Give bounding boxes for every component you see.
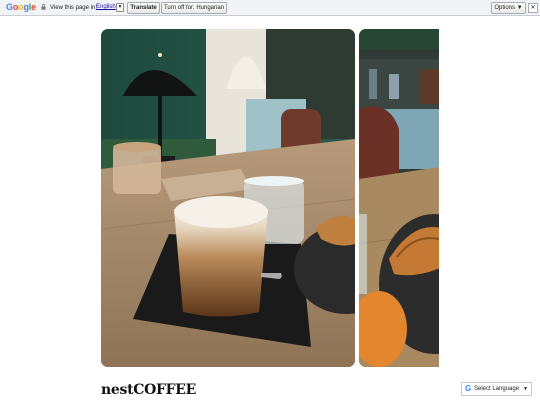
google-logo-letter: G	[6, 2, 13, 12]
lock-icon	[41, 4, 46, 10]
google-g-icon: G	[465, 384, 472, 393]
translate-prompt: View this page in:	[50, 5, 97, 11]
google-logo: Google	[6, 2, 36, 13]
translate-button[interactable]: Translate	[127, 2, 160, 14]
close-icon[interactable]: ✕	[528, 3, 538, 13]
google-logo-letter: e	[31, 2, 36, 12]
chevron-down-icon: ▼	[523, 386, 528, 392]
croissant-counter-photo[interactable]	[359, 29, 439, 367]
select-language-dropdown[interactable]: G Select Language ▼	[461, 382, 532, 396]
turn-off-translation-button[interactable]: Turn off for: Hungarian	[161, 2, 227, 14]
site-title[interactable]: nestCOFFEE	[101, 381, 196, 399]
croissant-photo-image	[359, 29, 439, 367]
options-button[interactable]: Options ▼	[491, 2, 526, 14]
language-dropdown-button[interactable]: ▼	[116, 3, 124, 12]
select-language-label: Select Language	[474, 386, 520, 392]
photo-gallery[interactable]	[101, 29, 439, 367]
coffee-cafe-photo[interactable]	[101, 29, 355, 367]
google-translate-bar: Google View this page in: English ▼ Tran…	[0, 0, 540, 16]
target-language-link[interactable]: English	[96, 3, 116, 11]
coffee-photo-image	[101, 29, 355, 367]
